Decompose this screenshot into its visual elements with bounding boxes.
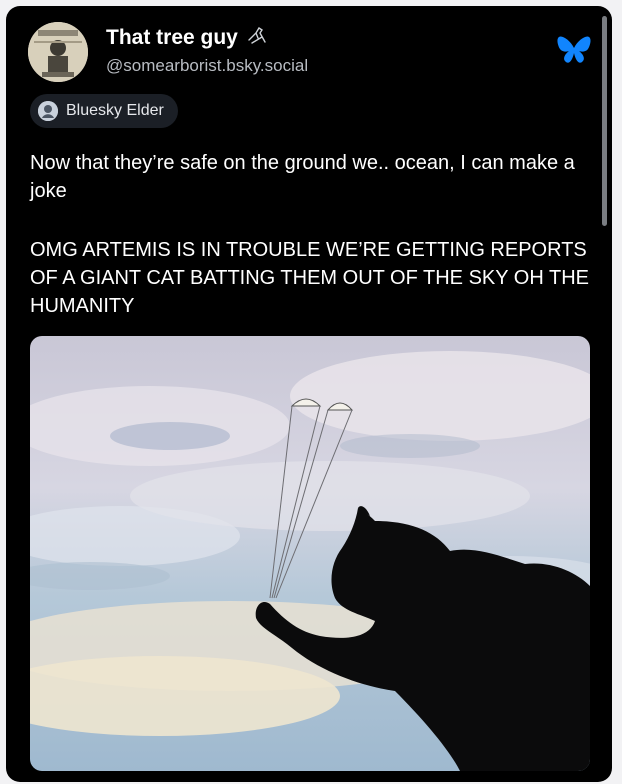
bird-icon: [246, 24, 268, 51]
post-text-paragraph-2: OMG ARTEMIS IS IN TROUBLE WE’RE GETTING …: [30, 239, 589, 317]
scrollbar[interactable]: [602, 16, 607, 226]
post-image[interactable]: [30, 336, 590, 771]
cat-parachute-image: [30, 336, 590, 771]
bluesky-butterfly-icon[interactable]: [556, 34, 592, 66]
post-text-paragraph-1: Now that they’re safe on the ground we..…: [30, 152, 575, 202]
avatar-image: [28, 22, 88, 82]
author-name[interactable]: That tree guy: [106, 26, 238, 50]
author-row: That tree guy: [106, 24, 268, 51]
avatar[interactable]: [28, 22, 88, 82]
bluesky-elder-badge-icon: [38, 101, 58, 121]
badge-label: Bluesky Elder: [66, 102, 164, 119]
author-handle[interactable]: @somearborist.bsky.social: [106, 56, 308, 76]
bluesky-elder-badge[interactable]: Bluesky Elder: [30, 94, 178, 128]
post-card[interactable]: That tree guy @somearborist.bsky.social …: [6, 6, 612, 782]
